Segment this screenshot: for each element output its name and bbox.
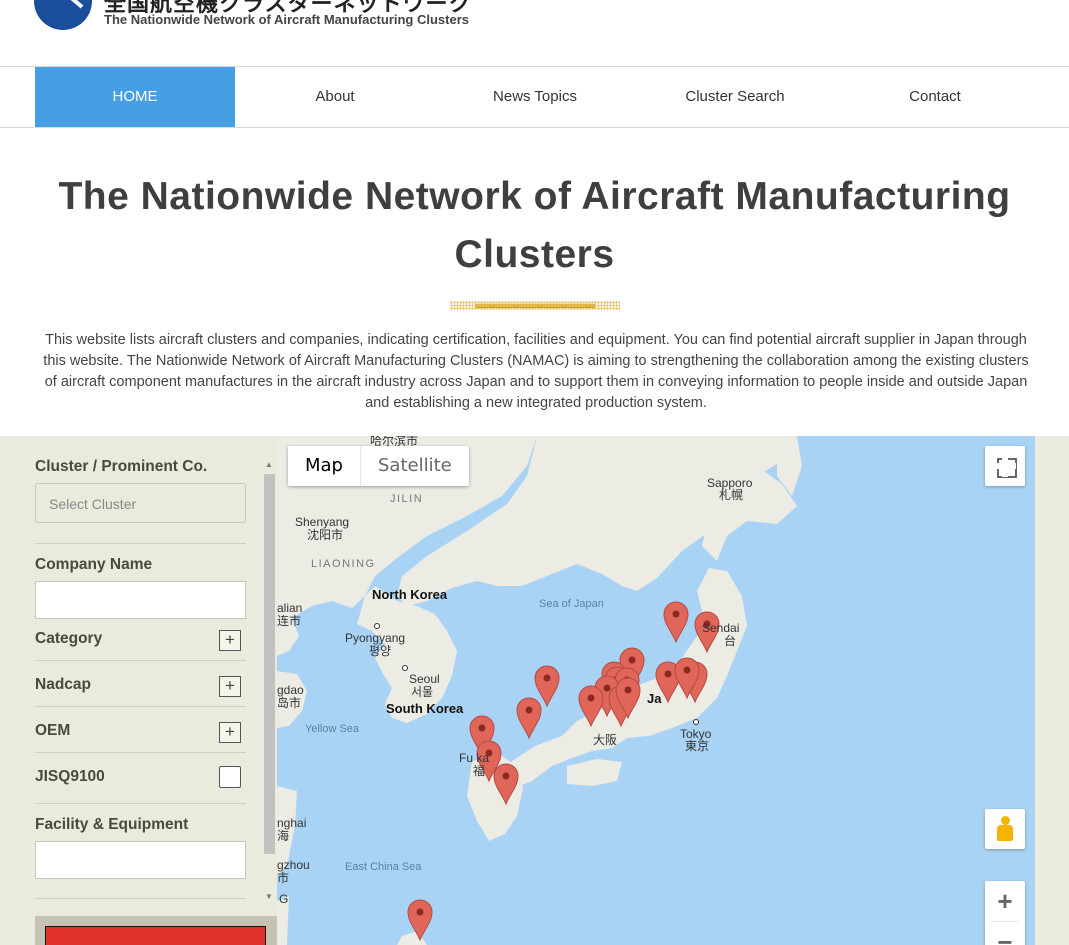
map-city-dot bbox=[402, 665, 408, 671]
cluster-select[interactable]: Select Cluster bbox=[35, 483, 246, 523]
map-type-control: Map Satellite bbox=[288, 446, 469, 486]
map-type-satellite-button[interactable]: Satellite bbox=[360, 446, 469, 486]
map-label-osaka-jp: 大阪 bbox=[593, 733, 618, 747]
zoom-in-button[interactable]: + bbox=[985, 881, 1025, 921]
nadcap-label: Nadcap bbox=[35, 676, 91, 693]
map-marker-icon[interactable] bbox=[534, 665, 560, 708]
category-label: Category bbox=[35, 630, 103, 647]
map-label-jilin: JILIN bbox=[390, 493, 424, 505]
zoom-control: + − bbox=[985, 881, 1025, 945]
map-label-yellow-sea: Yellow Sea bbox=[305, 723, 360, 735]
fullscreen-icon[interactable] bbox=[985, 446, 1025, 486]
logo-icon[interactable] bbox=[34, 0, 92, 30]
company-name-label: Company Name bbox=[35, 556, 153, 573]
company-name-input[interactable] bbox=[35, 581, 246, 619]
zoom-out-button[interactable]: − bbox=[985, 922, 1025, 945]
title-divider bbox=[450, 301, 620, 310]
map-label-g: G bbox=[279, 892, 289, 906]
oem-label: OEM bbox=[35, 722, 71, 739]
facility-equipment-label: Facility & Equipment bbox=[35, 816, 189, 833]
search-sidebar: Cluster / Prominent Co. Select Cluster C… bbox=[0, 436, 277, 945]
map-label-seoul-kr: 서울 bbox=[411, 685, 434, 699]
map-marker-icon[interactable] bbox=[516, 697, 542, 740]
scroll-up-arrow-icon[interactable]: ▲ bbox=[265, 460, 273, 469]
nav-news-topics[interactable]: News Topics bbox=[435, 67, 635, 127]
separator bbox=[35, 898, 246, 899]
logo-english-title[interactable]: The Nationwide Network of Aircraft Manuf… bbox=[104, 12, 469, 27]
nav-about[interactable]: About bbox=[235, 67, 435, 127]
map-right-margin bbox=[1035, 436, 1069, 945]
map-label-north-korea: North Korea bbox=[372, 587, 448, 602]
map-label-liaoning: LIAONING bbox=[311, 558, 376, 570]
map-label-tokyo-jp: 東京 bbox=[685, 739, 710, 753]
map-type-map-button[interactable]: Map bbox=[288, 446, 360, 486]
map-label-sea-of-japan: Sea of Japan bbox=[539, 598, 604, 610]
main-nav: HOME About News Topics Cluster Search Co… bbox=[0, 66, 1069, 128]
oem-expand-icon[interactable]: + bbox=[219, 722, 241, 743]
jisq9100-checkbox[interactable] bbox=[219, 766, 241, 788]
nadcap-expand-icon[interactable]: + bbox=[219, 676, 241, 697]
map-label-hangzhou-cn: 市 bbox=[277, 871, 290, 885]
site-header: 全国航空機クラスターネットワーク The Nationwide Network … bbox=[0, 0, 1069, 66]
page: 全国航空機クラスターネットワーク The Nationwide Network … bbox=[0, 0, 1069, 945]
map-label-sapporo-jp: 札幌 bbox=[719, 488, 744, 502]
cluster-map[interactable]: 哈尔滨市 JILIN Shenyang 沈阳市 LIAONING North K… bbox=[277, 436, 1035, 945]
separator bbox=[35, 706, 246, 707]
scroll-down-arrow-icon[interactable]: ▼ bbox=[265, 892, 273, 901]
jisq9100-label: JISQ9100 bbox=[35, 768, 105, 785]
category-expand-icon[interactable]: + bbox=[219, 630, 241, 651]
cluster-label: Cluster / Prominent Co. bbox=[35, 458, 208, 475]
map-label-qingdao-cn: 岛市 bbox=[277, 696, 302, 710]
nav-home[interactable]: HOME bbox=[35, 67, 235, 127]
search-button[interactable] bbox=[45, 926, 266, 945]
cluster-search-section: Cluster / Prominent Co. Select Cluster C… bbox=[0, 436, 1069, 945]
facility-equipment-input[interactable] bbox=[35, 841, 246, 879]
sidebar-scroll-thumb[interactable] bbox=[264, 474, 275, 854]
map-city-dot bbox=[374, 623, 380, 629]
map-label-pyongyang-kr: 평양 bbox=[369, 644, 392, 658]
intro-text: This website lists aircraft clusters and… bbox=[43, 332, 1029, 411]
map-label-sendai-jp: 台 bbox=[724, 634, 737, 648]
map-label-fukuoka-jp: 福 bbox=[473, 764, 486, 778]
separator bbox=[35, 543, 246, 544]
map-label-japan: Ja bbox=[647, 691, 662, 706]
map-marker-icon[interactable] bbox=[663, 601, 689, 644]
page-title: The Nationwide Network of Aircraft Manuf… bbox=[58, 175, 1011, 276]
map-label-dalian-cn: 连市 bbox=[277, 614, 302, 628]
nav-contact[interactable]: Contact bbox=[835, 67, 1035, 127]
map-label-shanghai-cn: 海 bbox=[277, 829, 290, 843]
map-city-dot bbox=[693, 719, 699, 725]
nav-cluster-search[interactable]: Cluster Search bbox=[635, 67, 835, 127]
map-label-east-china-sea: East China Sea bbox=[345, 861, 422, 873]
separator bbox=[35, 752, 246, 753]
map-label-south-korea: South Korea bbox=[386, 701, 464, 716]
separator bbox=[35, 803, 246, 804]
street-view-pegman-icon[interactable] bbox=[985, 809, 1025, 849]
map-label-shenyang-cn: 沈阳市 bbox=[307, 528, 344, 542]
separator bbox=[35, 660, 246, 661]
